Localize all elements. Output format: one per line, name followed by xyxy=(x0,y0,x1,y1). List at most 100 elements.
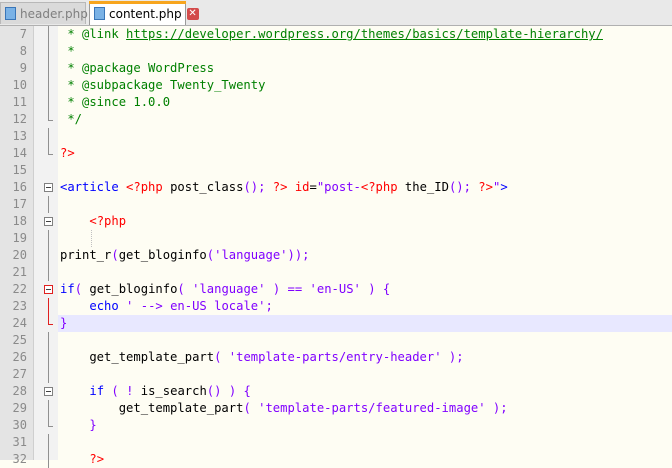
code-token: ( xyxy=(111,248,119,262)
line-number: 18 xyxy=(12,214,27,228)
code-token: = xyxy=(309,180,317,194)
fold-toggle-icon[interactable] xyxy=(44,281,53,298)
code-token: get_bloginfo xyxy=(118,248,207,262)
code-token: (); xyxy=(448,180,471,194)
code-line[interactable]: 19 xyxy=(0,230,672,247)
code-line[interactable]: 10 * @subpackage Twenty_Twenty xyxy=(0,77,672,94)
fold-line xyxy=(44,145,53,162)
code-token: get_template_part xyxy=(60,401,244,415)
fold-toggle-icon[interactable] xyxy=(44,213,53,230)
tab-header-php[interactable]: header.php xyxy=(0,2,88,24)
code-line[interactable]: 11 * @since 1.0.0 xyxy=(0,94,672,111)
code-line[interactable]: 20 print_r(get_bloginfo('language')); xyxy=(0,247,672,264)
line-number: 19 xyxy=(12,231,27,245)
code-line[interactable]: 13 xyxy=(0,128,672,145)
code-token: ( xyxy=(74,282,83,296)
code-text: <?php xyxy=(60,213,126,230)
code-text: get_template_part( 'template-parts/featu… xyxy=(60,400,508,417)
code-token: ' --> en-US locale' xyxy=(118,299,266,313)
code-line[interactable]: 18 <?php xyxy=(0,213,672,230)
fold-line xyxy=(44,315,53,332)
fold-line xyxy=(44,332,53,349)
code-line[interactable]: 31 xyxy=(0,434,672,451)
code-line[interactable]: 17 xyxy=(0,196,672,213)
code-line[interactable]: 16 <article <?php post_class(); ?> id="po… xyxy=(0,179,672,196)
code-token: } xyxy=(60,316,68,330)
code-token: the_ID xyxy=(397,180,449,194)
line-number: 17 xyxy=(12,197,27,211)
code-line[interactable]: 21 xyxy=(0,264,672,281)
fold-toggle-icon[interactable] xyxy=(44,383,53,400)
fold-line xyxy=(44,77,53,94)
line-number: 31 xyxy=(12,435,27,449)
code-line[interactable]: 28 if ( ! is_search() ) { xyxy=(0,383,672,400)
code-token: 'en-US' xyxy=(302,282,361,296)
code-line[interactable]: 23 echo ' --> en-US locale'; xyxy=(0,298,672,315)
code-text: * @subpackage Twenty_Twenty xyxy=(60,77,265,94)
code-text: * @package WordPress xyxy=(60,60,214,77)
code-text: if( get_bloginfo( 'language' ) == 'en-US… xyxy=(60,281,390,298)
code-line[interactable]: 25 xyxy=(0,332,672,349)
code-token: is_search xyxy=(133,384,207,398)
code-token: ) xyxy=(221,384,237,398)
code-token: 'language' xyxy=(214,248,288,262)
code-line[interactable]: 26 get_template_part( 'template-parts/en… xyxy=(0,349,672,366)
code-token: } xyxy=(89,418,97,432)
code-editor[interactable]: 7 * @link https://developer.wordpress.or… xyxy=(0,26,672,468)
code-token: ); xyxy=(441,350,464,364)
line-number: 27 xyxy=(12,367,27,381)
code-line[interactable]: 30 } xyxy=(0,417,672,434)
code-text: * @link https://developer.wordpress.org/… xyxy=(60,26,603,43)
code-text: get_template_part( 'template-parts/entry… xyxy=(60,349,464,366)
code-token: 'language' xyxy=(184,282,266,296)
tab-content-php[interactable]: content.php ✕ xyxy=(89,1,199,25)
close-tab-icon[interactable]: ✕ xyxy=(186,7,199,20)
code-token: ) xyxy=(265,282,281,296)
line-number: 12 xyxy=(12,112,27,126)
code-token: */ xyxy=(60,112,83,126)
line-number: 25 xyxy=(12,333,27,347)
line-number: 13 xyxy=(12,129,27,143)
fold-toggle-icon[interactable] xyxy=(44,179,53,196)
code-token: <article xyxy=(60,180,127,194)
line-number: 7 xyxy=(19,27,27,41)
code-line[interactable]: 29 get_template_part( 'template-parts/fe… xyxy=(0,400,672,417)
fold-line xyxy=(44,196,53,213)
code-token: ( xyxy=(104,384,119,398)
code-line[interactable]: 8 * xyxy=(0,43,672,60)
code-token: { xyxy=(236,384,251,398)
code-token: ?> xyxy=(265,180,288,194)
code-line[interactable]: 9 * @package WordPress xyxy=(0,60,672,77)
code-token: 'template-parts/featured-image' xyxy=(250,401,486,415)
code-token: * @link xyxy=(60,27,127,41)
code-token: ?> xyxy=(60,146,75,160)
code-line[interactable]: 24} xyxy=(0,315,672,332)
code-token: <?php xyxy=(126,180,163,194)
code-line[interactable]: 7 * @link https://developer.wordpress.or… xyxy=(0,26,672,43)
code-text: if ( ! is_search() ) { xyxy=(60,383,251,400)
line-number: 14 xyxy=(12,146,27,160)
code-text: * xyxy=(60,43,75,60)
fold-line xyxy=(44,298,53,315)
code-token: * @since 1.0.0 xyxy=(60,95,171,109)
code-text: print_r(get_bloginfo('language')); xyxy=(60,247,310,264)
code-line[interactable]: 27 xyxy=(0,366,672,383)
line-number: 28 xyxy=(12,384,27,398)
code-line[interactable]: 15 xyxy=(0,162,672,179)
code-token[interactable]: https://developer.wordpress.org/themes/b… xyxy=(126,27,603,41)
code-token: (); xyxy=(243,180,266,194)
code-token: ; xyxy=(265,299,273,313)
code-text: } xyxy=(60,315,67,332)
code-token: { xyxy=(375,282,391,296)
code-line[interactable]: 14 ?> xyxy=(0,145,672,162)
code-line[interactable]: 12 */ xyxy=(0,111,672,128)
code-line[interactable]: 22 if( get_bloginfo( 'language' ) == 'en-… xyxy=(0,281,672,298)
code-token: * xyxy=(60,44,75,58)
code-token: if xyxy=(60,282,75,296)
fold-line xyxy=(44,264,53,281)
fold-line xyxy=(44,43,53,60)
file-icon xyxy=(5,7,16,20)
fold-line xyxy=(44,128,53,145)
